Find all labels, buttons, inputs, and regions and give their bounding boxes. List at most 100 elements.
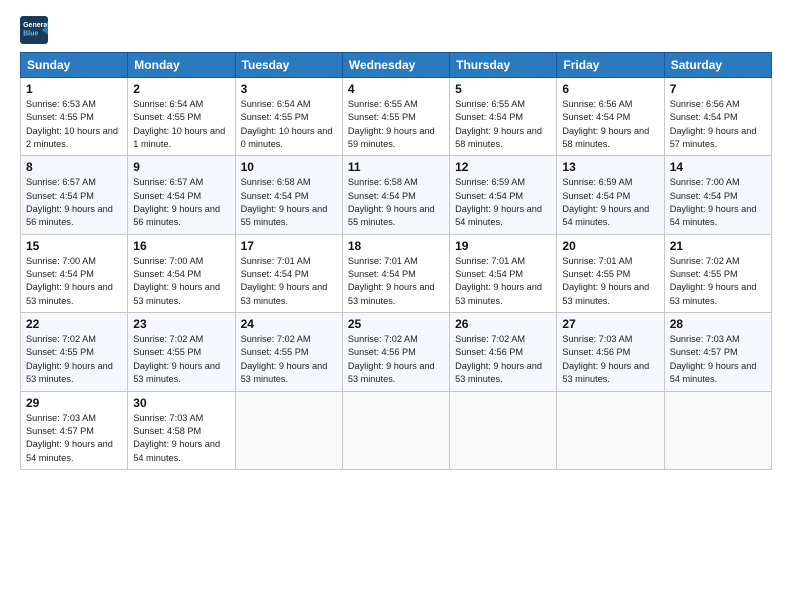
svg-text:General: General bbox=[23, 22, 48, 29]
day-number: 8 bbox=[26, 160, 122, 174]
calendar-day-16: 16 Sunrise: 7:00 AMSunset: 4:54 PMDaylig… bbox=[128, 234, 235, 312]
day-number: 17 bbox=[241, 239, 337, 253]
calendar-day-14: 14 Sunrise: 7:00 AMSunset: 4:54 PMDaylig… bbox=[664, 156, 771, 234]
day-number: 11 bbox=[348, 160, 444, 174]
empty-cell bbox=[557, 391, 664, 469]
day-number: 9 bbox=[133, 160, 229, 174]
day-number: 4 bbox=[348, 82, 444, 96]
calendar-day-18: 18 Sunrise: 7:01 AMSunset: 4:54 PMDaylig… bbox=[342, 234, 449, 312]
calendar-day-6: 6 Sunrise: 6:56 AMSunset: 4:54 PMDayligh… bbox=[557, 78, 664, 156]
day-info: Sunrise: 6:56 AMSunset: 4:54 PMDaylight:… bbox=[562, 98, 658, 151]
calendar-day-22: 22 Sunrise: 7:02 AMSunset: 4:55 PMDaylig… bbox=[21, 313, 128, 391]
day-info: Sunrise: 6:59 AMSunset: 4:54 PMDaylight:… bbox=[455, 176, 551, 229]
calendar-day-19: 19 Sunrise: 7:01 AMSunset: 4:54 PMDaylig… bbox=[450, 234, 557, 312]
day-header-saturday: Saturday bbox=[664, 53, 771, 78]
day-number: 16 bbox=[133, 239, 229, 253]
calendar-day-21: 21 Sunrise: 7:02 AMSunset: 4:55 PMDaylig… bbox=[664, 234, 771, 312]
day-info: Sunrise: 6:56 AMSunset: 4:54 PMDaylight:… bbox=[670, 98, 766, 151]
day-info: Sunrise: 7:02 AMSunset: 4:55 PMDaylight:… bbox=[133, 333, 229, 386]
calendar-day-1: 1 Sunrise: 6:53 AMSunset: 4:55 PMDayligh… bbox=[21, 78, 128, 156]
day-info: Sunrise: 6:57 AMSunset: 4:54 PMDaylight:… bbox=[133, 176, 229, 229]
calendar-day-30: 30 Sunrise: 7:03 AMSunset: 4:58 PMDaylig… bbox=[128, 391, 235, 469]
calendar-day-3: 3 Sunrise: 6:54 AMSunset: 4:55 PMDayligh… bbox=[235, 78, 342, 156]
calendar-day-15: 15 Sunrise: 7:00 AMSunset: 4:54 PMDaylig… bbox=[21, 234, 128, 312]
day-number: 7 bbox=[670, 82, 766, 96]
day-number: 2 bbox=[133, 82, 229, 96]
day-number: 26 bbox=[455, 317, 551, 331]
day-info: Sunrise: 7:02 AMSunset: 4:55 PMDaylight:… bbox=[241, 333, 337, 386]
calendar-week-4: 22 Sunrise: 7:02 AMSunset: 4:55 PMDaylig… bbox=[21, 313, 772, 391]
day-header-sunday: Sunday bbox=[21, 53, 128, 78]
day-info: Sunrise: 6:58 AMSunset: 4:54 PMDaylight:… bbox=[348, 176, 444, 229]
empty-cell bbox=[342, 391, 449, 469]
day-header-friday: Friday bbox=[557, 53, 664, 78]
day-info: Sunrise: 7:02 AMSunset: 4:55 PMDaylight:… bbox=[670, 255, 766, 308]
day-number: 3 bbox=[241, 82, 337, 96]
calendar-week-5: 29 Sunrise: 7:03 AMSunset: 4:57 PMDaylig… bbox=[21, 391, 772, 469]
calendar-day-17: 17 Sunrise: 7:01 AMSunset: 4:54 PMDaylig… bbox=[235, 234, 342, 312]
calendar-day-24: 24 Sunrise: 7:02 AMSunset: 4:55 PMDaylig… bbox=[235, 313, 342, 391]
calendar-day-10: 10 Sunrise: 6:58 AMSunset: 4:54 PMDaylig… bbox=[235, 156, 342, 234]
day-info: Sunrise: 7:01 AMSunset: 4:54 PMDaylight:… bbox=[455, 255, 551, 308]
day-number: 20 bbox=[562, 239, 658, 253]
day-info: Sunrise: 7:02 AMSunset: 4:56 PMDaylight:… bbox=[455, 333, 551, 386]
calendar-day-9: 9 Sunrise: 6:57 AMSunset: 4:54 PMDayligh… bbox=[128, 156, 235, 234]
page: General Blue SundayMondayTuesdayWednesda… bbox=[0, 0, 792, 486]
day-number: 21 bbox=[670, 239, 766, 253]
day-info: Sunrise: 7:01 AMSunset: 4:55 PMDaylight:… bbox=[562, 255, 658, 308]
day-info: Sunrise: 7:01 AMSunset: 4:54 PMDaylight:… bbox=[241, 255, 337, 308]
svg-text:Blue: Blue bbox=[23, 30, 38, 37]
day-number: 10 bbox=[241, 160, 337, 174]
day-info: Sunrise: 6:55 AMSunset: 4:55 PMDaylight:… bbox=[348, 98, 444, 151]
calendar-day-4: 4 Sunrise: 6:55 AMSunset: 4:55 PMDayligh… bbox=[342, 78, 449, 156]
calendar-day-12: 12 Sunrise: 6:59 AMSunset: 4:54 PMDaylig… bbox=[450, 156, 557, 234]
header: General Blue bbox=[20, 16, 772, 44]
day-info: Sunrise: 7:03 AMSunset: 4:57 PMDaylight:… bbox=[670, 333, 766, 386]
day-number: 27 bbox=[562, 317, 658, 331]
day-info: Sunrise: 7:03 AMSunset: 4:58 PMDaylight:… bbox=[133, 412, 229, 465]
day-number: 28 bbox=[670, 317, 766, 331]
day-number: 18 bbox=[348, 239, 444, 253]
calendar-day-7: 7 Sunrise: 6:56 AMSunset: 4:54 PMDayligh… bbox=[664, 78, 771, 156]
day-number: 24 bbox=[241, 317, 337, 331]
calendar-week-3: 15 Sunrise: 7:00 AMSunset: 4:54 PMDaylig… bbox=[21, 234, 772, 312]
empty-cell bbox=[450, 391, 557, 469]
calendar-day-29: 29 Sunrise: 7:03 AMSunset: 4:57 PMDaylig… bbox=[21, 391, 128, 469]
day-info: Sunrise: 7:00 AMSunset: 4:54 PMDaylight:… bbox=[26, 255, 122, 308]
day-info: Sunrise: 7:03 AMSunset: 4:57 PMDaylight:… bbox=[26, 412, 122, 465]
day-info: Sunrise: 7:00 AMSunset: 4:54 PMDaylight:… bbox=[133, 255, 229, 308]
day-header-wednesday: Wednesday bbox=[342, 53, 449, 78]
calendar-day-27: 27 Sunrise: 7:03 AMSunset: 4:56 PMDaylig… bbox=[557, 313, 664, 391]
calendar-day-2: 2 Sunrise: 6:54 AMSunset: 4:55 PMDayligh… bbox=[128, 78, 235, 156]
day-header-monday: Monday bbox=[128, 53, 235, 78]
day-number: 6 bbox=[562, 82, 658, 96]
calendar-day-25: 25 Sunrise: 7:02 AMSunset: 4:56 PMDaylig… bbox=[342, 313, 449, 391]
day-number: 1 bbox=[26, 82, 122, 96]
calendar-day-26: 26 Sunrise: 7:02 AMSunset: 4:56 PMDaylig… bbox=[450, 313, 557, 391]
day-info: Sunrise: 7:00 AMSunset: 4:54 PMDaylight:… bbox=[670, 176, 766, 229]
day-info: Sunrise: 6:59 AMSunset: 4:54 PMDaylight:… bbox=[562, 176, 658, 229]
day-number: 15 bbox=[26, 239, 122, 253]
day-info: Sunrise: 7:02 AMSunset: 4:56 PMDaylight:… bbox=[348, 333, 444, 386]
day-header-thursday: Thursday bbox=[450, 53, 557, 78]
day-info: Sunrise: 6:54 AMSunset: 4:55 PMDaylight:… bbox=[241, 98, 337, 151]
day-number: 29 bbox=[26, 396, 122, 410]
calendar-day-28: 28 Sunrise: 7:03 AMSunset: 4:57 PMDaylig… bbox=[664, 313, 771, 391]
day-info: Sunrise: 7:01 AMSunset: 4:54 PMDaylight:… bbox=[348, 255, 444, 308]
calendar-week-2: 8 Sunrise: 6:57 AMSunset: 4:54 PMDayligh… bbox=[21, 156, 772, 234]
calendar-day-20: 20 Sunrise: 7:01 AMSunset: 4:55 PMDaylig… bbox=[557, 234, 664, 312]
day-info: Sunrise: 6:55 AMSunset: 4:54 PMDaylight:… bbox=[455, 98, 551, 151]
calendar-day-8: 8 Sunrise: 6:57 AMSunset: 4:54 PMDayligh… bbox=[21, 156, 128, 234]
empty-cell bbox=[235, 391, 342, 469]
day-number: 5 bbox=[455, 82, 551, 96]
calendar-day-13: 13 Sunrise: 6:59 AMSunset: 4:54 PMDaylig… bbox=[557, 156, 664, 234]
day-number: 19 bbox=[455, 239, 551, 253]
logo-icon: General Blue bbox=[20, 16, 48, 44]
day-number: 12 bbox=[455, 160, 551, 174]
day-number: 13 bbox=[562, 160, 658, 174]
day-info: Sunrise: 7:03 AMSunset: 4:56 PMDaylight:… bbox=[562, 333, 658, 386]
logo: General Blue bbox=[20, 16, 52, 44]
calendar-day-5: 5 Sunrise: 6:55 AMSunset: 4:54 PMDayligh… bbox=[450, 78, 557, 156]
day-number: 23 bbox=[133, 317, 229, 331]
calendar-table: SundayMondayTuesdayWednesdayThursdayFrid… bbox=[20, 52, 772, 470]
